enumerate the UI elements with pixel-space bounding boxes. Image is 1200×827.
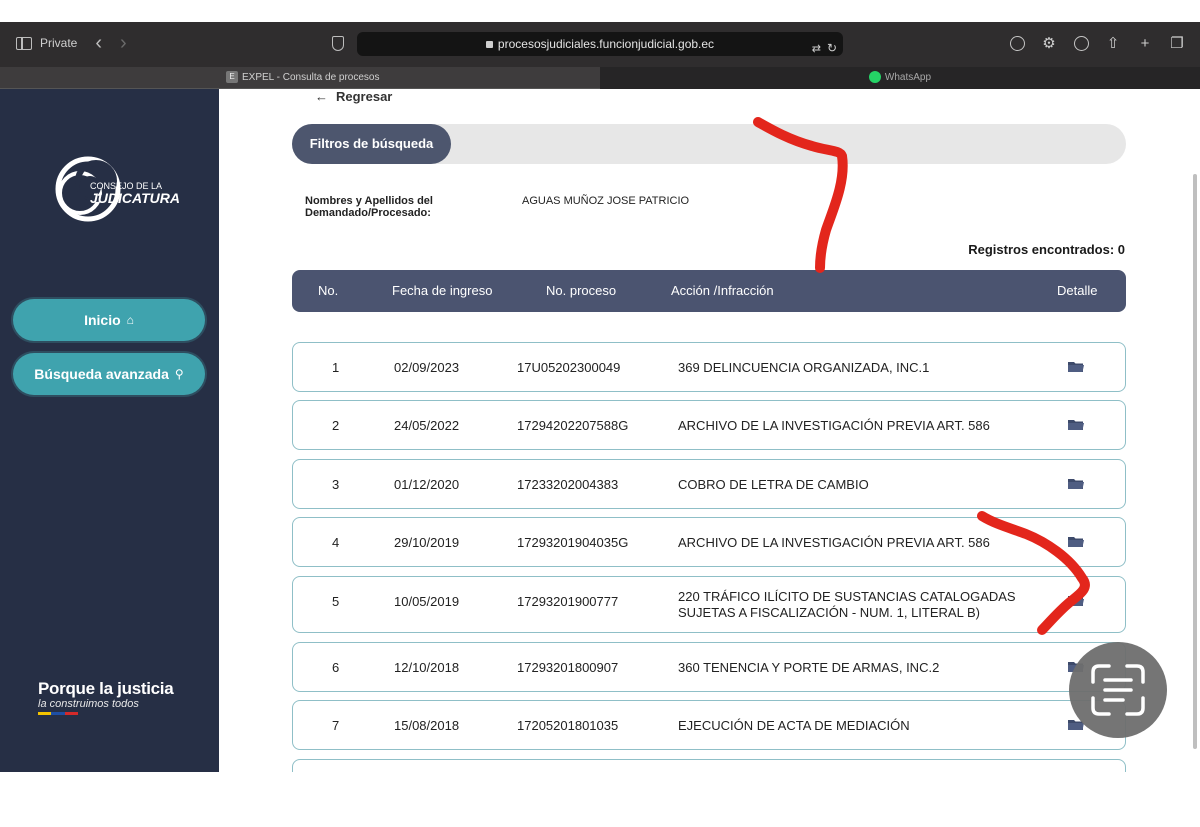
tab-expel[interactable]: E EXPEL - Consulta de procesos: [0, 67, 600, 89]
records-count: Registros encontrados: 0: [968, 242, 1125, 257]
header-proceso: No. proceso: [546, 283, 617, 298]
table-row[interactable]: 2 24/05/2022 17294202207588G ARCHIVO DE LA …: [292, 400, 1126, 450]
address-bar[interactable]: procesosjudiciales.funcionjudicial.gob.e…: [357, 32, 843, 56]
download-icon[interactable]: [1008, 34, 1026, 52]
cell-accion: 360 TENENCIA Y PORTE DE ARMAS, INC.2: [678, 660, 940, 675]
cell-accion: 220 TRÁFICO ILÍCITO DE SUSTANCIAS CATALO…: [678, 589, 1016, 620]
toolbar-left-group: Private ‹ ›: [16, 33, 127, 53]
cell-proceso: 17294202207588G: [517, 418, 629, 433]
back-link[interactable]: ← Regresar: [315, 89, 392, 104]
folder-icon[interactable]: [1067, 477, 1085, 490]
cell-proceso: 17293201800907: [517, 660, 619, 675]
translate-icon[interactable]: ⇄: [812, 37, 821, 61]
header-no: No.: [318, 283, 339, 298]
cell-fecha: 29/10/2019: [394, 535, 460, 550]
arrow-left-icon: ←: [315, 89, 328, 104]
inicio-label: Inicio: [84, 312, 121, 328]
logo-wordmark: CONSEJO DE LA JUDICATURA: [90, 181, 180, 205]
search-icon: ⚲: [174, 367, 184, 381]
folder-icon[interactable]: [1067, 418, 1085, 431]
table-row[interactable]: 1 02/09/2023 17U05202300049 369 DELINCUENCI…: [292, 342, 1126, 392]
browser-toolbar: Private ‹ › procesosjudiciales.funcionju…: [0, 22, 1200, 67]
filters-toggle-button[interactable]: Filtros de búsqueda: [292, 124, 451, 164]
forward-nav-icon[interactable]: ›: [120, 33, 127, 53]
folder-icon[interactable]: [1067, 594, 1085, 607]
live-text-icon: [1091, 664, 1145, 716]
cell-accion: ARCHIVO DE LA INVESTIGACIÓN PREVIA ART. …: [678, 535, 990, 550]
cell-fecha: 10/05/2019: [394, 594, 460, 609]
reload-icon[interactable]: ↻: [827, 36, 837, 60]
live-text-button[interactable]: [1069, 642, 1167, 738]
cell-fecha: 01/12/2020: [394, 477, 460, 492]
cell-proceso: 17U05202300049: [517, 360, 621, 375]
tab-label: WhatsApp: [884, 72, 932, 83]
scrollbar-thumb[interactable]: [1193, 174, 1197, 749]
table-row[interactable]: 5 10/05/2019 17293201900777 220 TRÁFICO ILÍ…: [292, 576, 1126, 633]
cell-proceso: 17233202004383: [517, 477, 619, 492]
cell-accion: ARCHIVO DE LA INVESTIGACIÓN PREVIA ART. …: [678, 418, 990, 433]
cell-no: 7: [332, 718, 340, 733]
table-row[interactable]: 4 29/10/2019 17293201904035G ARCHIVO DE LA …: [292, 517, 1126, 567]
back-nav-icon[interactable]: ‹: [95, 33, 102, 53]
table-row[interactable]: 7 15/08/2018 17205201801035 EJECUCIÓN DE AC…: [292, 700, 1126, 750]
criteria-label: Nombres y Apellidos del Demandado/Proces…: [305, 195, 433, 219]
header-fecha: Fecha de ingreso: [392, 283, 493, 298]
cell-accion: 369 DELINCUENCIA ORGANIZADA, INC.1: [678, 360, 930, 375]
cell-fecha: 12/10/2018: [394, 660, 460, 675]
busqueda-avanzada-button[interactable]: Búsqueda avanzada ⚲: [13, 353, 205, 395]
settings-gear-icon[interactable]: ⚙: [1040, 34, 1058, 52]
tab-overview-icon[interactable]: ❐: [1168, 34, 1186, 52]
app-sidebar: CONSEJO DE LA JUDICATURA Inicio ⌂ Búsque…: [0, 89, 219, 772]
cell-no: 6: [332, 660, 340, 675]
cell-fecha: 02/09/2023: [394, 360, 460, 375]
table-header: No. Fecha de ingreso No. proceso Acción …: [292, 270, 1126, 312]
private-label: Private: [40, 36, 78, 50]
new-tab-plus-icon[interactable]: +: [1136, 34, 1154, 52]
cell-proceso: 17293201904035G: [517, 535, 629, 550]
table-row[interactable]: 6 12/10/2018 17293201800907 360 TENENCIA Y …: [292, 642, 1126, 692]
cell-accion: COBRO DE LETRA DE CAMBIO: [678, 477, 869, 492]
cell-fecha: 24/05/2022: [394, 418, 460, 433]
main-content: ← Regresar Filtros de búsqueda Nombres y…: [219, 89, 1200, 772]
tab-strip: E EXPEL - Consulta de procesos WhatsApp: [0, 67, 1200, 89]
inicio-button[interactable]: Inicio ⌂: [13, 299, 205, 341]
table-row[interactable]: 3 01/12/2020 17233202004383 COBRO DE LETRA …: [292, 459, 1126, 509]
home-icon: ⌂: [126, 313, 134, 327]
consejo-judicatura-logo[interactable]: CONSEJO DE LA JUDICATURA: [50, 151, 180, 231]
ecuador-flag-stripe: [38, 712, 78, 715]
privacy-shield-icon[interactable]: [332, 36, 344, 51]
slogan: Porque la justicia la construimos todos: [38, 679, 174, 715]
cell-no: 5: [332, 594, 340, 609]
header-detalle: Detalle: [1057, 283, 1098, 298]
share-icon[interactable]: ⇧: [1104, 34, 1122, 52]
toolbar-right-group: ⚙ ⇧ + ❐: [1008, 34, 1186, 52]
slogan-line2: la construimos todos: [38, 698, 139, 710]
cell-accion: EJECUCIÓN DE ACTA DE MEDIACIÓN: [678, 718, 910, 733]
table-row[interactable]: 828/09/201717293201700668202 RECEPTACIÓN…: [292, 759, 1126, 772]
sidebar-toggle-icon[interactable]: [16, 36, 32, 50]
tab-whatsapp[interactable]: WhatsApp: [600, 67, 1200, 89]
header-accion: Acción /Infracción: [671, 283, 774, 298]
screenshot-frame: Private ‹ › procesosjudiciales.funcionju…: [0, 22, 1200, 772]
slogan-line1: Porque la justicia: [38, 679, 174, 698]
cell-no: 2: [332, 418, 340, 433]
lock-icon: [485, 41, 493, 48]
criteria-value: AGUAS MUÑOZ JOSE PATRICIO: [522, 195, 690, 207]
folder-icon[interactable]: [1067, 535, 1085, 548]
busqueda-label: Búsqueda avanzada: [34, 366, 169, 382]
logo-line2: JUDICATURA: [90, 190, 180, 206]
tab-label: EXPEL - Consulta de procesos: [242, 72, 380, 83]
back-label: Regresar: [336, 89, 393, 104]
cell-fecha: 15/08/2018: [394, 718, 460, 733]
cell-no: 1: [332, 360, 340, 375]
cell-proceso: 17293201900777: [517, 594, 619, 609]
history-clock-icon[interactable]: [1072, 34, 1090, 52]
cell-proceso: 17205201801035: [517, 718, 619, 733]
url-text: procesosjudiciales.funcionjudicial.gob.e…: [497, 37, 715, 51]
cell-no: 3: [332, 477, 340, 492]
folder-icon[interactable]: [1067, 360, 1085, 373]
cell-no: 4: [332, 535, 340, 550]
expel-favicon-icon: E: [226, 71, 238, 84]
whatsapp-favicon-icon: [868, 71, 881, 84]
